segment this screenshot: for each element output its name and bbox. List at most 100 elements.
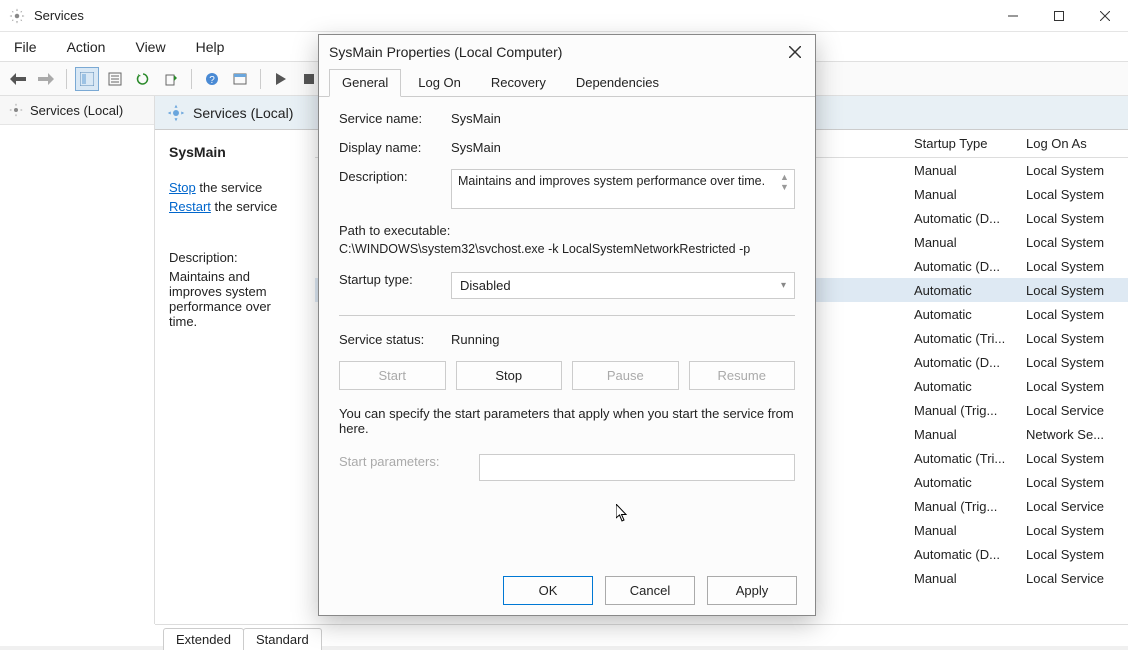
tab-general[interactable]: General xyxy=(329,69,401,97)
tab-recovery[interactable]: Recovery xyxy=(478,69,559,96)
cell-logon: Local System xyxy=(1018,235,1128,250)
cell-startup: Automatic (Tri... xyxy=(906,331,1018,346)
cell-startup: Manual (Trig... xyxy=(906,403,1018,418)
service-control-buttons: Start Stop Pause Resume xyxy=(339,361,795,390)
properties-dialog: SysMain Properties (Local Computer) Gene… xyxy=(318,34,816,616)
cancel-button[interactable]: Cancel xyxy=(605,576,695,605)
play-button[interactable] xyxy=(269,67,293,91)
start-params-input[interactable] xyxy=(479,454,795,481)
apply-button[interactable]: Apply xyxy=(707,576,797,605)
restart-service-text: the service xyxy=(211,199,277,214)
restart-service-link[interactable]: Restart xyxy=(169,199,211,214)
cell-logon: Local System xyxy=(1018,187,1128,202)
description-text: Maintains and improves system performanc… xyxy=(169,269,301,329)
column-header-logon[interactable]: Log On As xyxy=(1018,136,1128,151)
cell-logon: Local System xyxy=(1018,259,1128,274)
menu-view[interactable]: View xyxy=(129,35,171,59)
cell-logon: Network Se... xyxy=(1018,427,1128,442)
display-name-label: Display name: xyxy=(339,140,451,155)
stop-service-link[interactable]: Stop xyxy=(169,180,196,195)
tab-standard[interactable]: Standard xyxy=(243,628,322,650)
dialog-close-button[interactable] xyxy=(785,42,805,62)
cell-logon: Local Service xyxy=(1018,571,1128,586)
cell-logon: Local System xyxy=(1018,355,1128,370)
tab-dependencies[interactable]: Dependencies xyxy=(563,69,672,96)
cell-startup: Manual xyxy=(906,571,1018,586)
refresh-button[interactable] xyxy=(131,67,155,91)
cell-logon: Local System xyxy=(1018,163,1128,178)
selected-service-name: SysMain xyxy=(169,144,301,160)
cell-startup: Automatic xyxy=(906,475,1018,490)
startup-type-label: Startup type: xyxy=(339,272,451,299)
minimize-button[interactable] xyxy=(990,0,1036,32)
tab-extended[interactable]: Extended xyxy=(163,628,244,650)
forward-button[interactable] xyxy=(34,67,58,91)
service-detail-panel: SysMain Stop the service Restart the ser… xyxy=(155,130,315,624)
close-button[interactable] xyxy=(1082,0,1128,32)
resume-button[interactable]: Resume xyxy=(689,361,796,390)
cell-logon: Local System xyxy=(1018,547,1128,562)
stop-button[interactable]: Stop xyxy=(456,361,563,390)
toolbar-separator xyxy=(260,69,261,89)
export-button[interactable] xyxy=(159,67,183,91)
service-name-label: Service name: xyxy=(339,111,451,126)
chevron-down-icon: ▾ xyxy=(781,280,786,291)
start-params-label: Start parameters: xyxy=(339,454,479,481)
menu-help[interactable]: Help xyxy=(190,35,231,59)
path-value: C:\WINDOWS\system32\svchost.exe -k Local… xyxy=(339,242,795,256)
start-params-help: You can specify the start parameters tha… xyxy=(339,406,795,436)
window-controls xyxy=(990,0,1128,32)
cell-startup: Manual xyxy=(906,427,1018,442)
description-label: Description: xyxy=(339,169,451,209)
menu-action[interactable]: Action xyxy=(61,35,112,59)
startup-type-value: Disabled xyxy=(460,278,511,293)
dialog-footer: OK Cancel Apply xyxy=(319,565,815,615)
toolbar-separator xyxy=(66,69,67,89)
scroll-arrows[interactable]: ▲▼ xyxy=(780,172,792,192)
cell-startup: Manual xyxy=(906,163,1018,178)
tab-logon[interactable]: Log On xyxy=(405,69,474,96)
path-label: Path to executable: xyxy=(339,223,795,238)
separator xyxy=(339,315,795,316)
service-status-label: Service status: xyxy=(339,332,451,347)
pause-button[interactable]: Pause xyxy=(572,361,679,390)
cell-logon: Local Service xyxy=(1018,499,1128,514)
start-button[interactable]: Start xyxy=(339,361,446,390)
cell-startup: Manual xyxy=(906,235,1018,250)
description-box: Maintains and improves system performanc… xyxy=(451,169,795,209)
right-pane-title: Services (Local) xyxy=(193,105,293,121)
nav-item-services-local[interactable]: Services (Local) xyxy=(0,96,154,125)
cell-logon: Local System xyxy=(1018,475,1128,490)
dialog-tabs: General Log On Recovery Dependencies xyxy=(319,69,815,97)
ok-button[interactable]: OK xyxy=(503,576,593,605)
gear-icon xyxy=(8,102,24,118)
column-header-startup[interactable]: Startup Type xyxy=(906,136,1018,151)
cell-logon: Local System xyxy=(1018,451,1128,466)
service-status-value: Running xyxy=(451,332,795,347)
stop-service-line: Stop the service xyxy=(169,180,301,195)
dialog-body: Service name: SysMain Display name: SysM… xyxy=(319,97,815,509)
help-button[interactable]: ? xyxy=(200,67,224,91)
window-title: Services xyxy=(34,8,990,23)
back-button[interactable] xyxy=(6,67,30,91)
cell-logon: Local System xyxy=(1018,283,1128,298)
cell-startup: Automatic (Tri... xyxy=(906,451,1018,466)
properties-button[interactable] xyxy=(103,67,127,91)
cell-logon: Local System xyxy=(1018,331,1128,346)
menu-file[interactable]: File xyxy=(8,35,43,59)
cell-logon: Local System xyxy=(1018,379,1128,394)
maximize-button[interactable] xyxy=(1036,0,1082,32)
cell-startup: Automatic (D... xyxy=(906,211,1018,226)
show-hide-tree-button[interactable] xyxy=(75,67,99,91)
cell-startup: Manual xyxy=(906,187,1018,202)
cell-logon: Local System xyxy=(1018,523,1128,538)
dialog-title: SysMain Properties (Local Computer) xyxy=(329,44,785,60)
toolbar-button[interactable] xyxy=(228,67,252,91)
svg-text:?: ? xyxy=(209,75,215,86)
cell-startup: Automatic xyxy=(906,307,1018,322)
restart-service-line: Restart the service xyxy=(169,199,301,214)
service-name-value: SysMain xyxy=(451,111,795,126)
gear-icon xyxy=(167,104,185,122)
nav-item-label: Services (Local) xyxy=(30,103,123,118)
startup-type-select[interactable]: Disabled ▾ xyxy=(451,272,795,299)
